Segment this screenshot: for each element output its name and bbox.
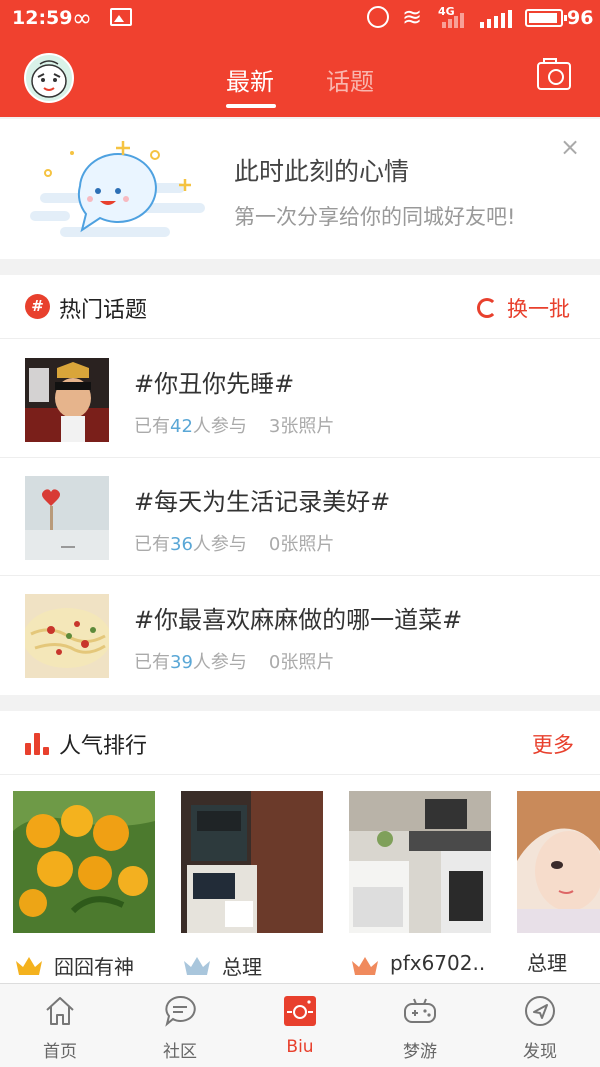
topic-thumbnail <box>25 358 109 442</box>
gold-crown-icon <box>14 953 44 977</box>
topic-title: #每天为生活记录美好# <box>134 488 391 516</box>
photo-count: 0张照片 <box>268 534 335 555</box>
refresh-button[interactable]: 换一批 <box>477 293 570 321</box>
nav-discover[interactable]: 发现 <box>480 984 600 1067</box>
topic-meta: 已有36人参与 0张照片 <box>134 534 335 555</box>
mood-card[interactable]: 此时此刻的心情 第一次分享给你的同城好友吧! × <box>0 119 600 259</box>
nav-biu[interactable]: Biu <box>240 984 360 1067</box>
topic-title: #你丑你先睡# <box>134 370 295 398</box>
signal-icon <box>442 10 470 28</box>
photo-count: 0张照片 <box>268 652 335 673</box>
topic-thumbnail <box>25 594 109 678</box>
nav-dream[interactable]: 梦游 <box>360 984 480 1067</box>
status-time: 12:59 <box>12 7 73 29</box>
silver-crown-icon <box>182 953 212 977</box>
battery-icon <box>525 9 567 27</box>
refresh-label: 换一批 <box>507 297 570 321</box>
ranking-title: 人气排行 <box>59 734 148 759</box>
ranking-header: 人气排行 更多 <box>0 711 600 775</box>
photo-count: 3张照片 <box>268 416 335 437</box>
compass-icon <box>525 996 555 1026</box>
camera-icon[interactable] <box>537 58 571 90</box>
topic-meta: 已有39人参与 0张照片 <box>134 652 335 673</box>
chat-bubble-icon <box>165 995 196 1027</box>
ranking-name[interactable]: 囧囧有神 <box>54 951 134 980</box>
topic-meta: 已有42人参与 3张照片 <box>134 416 335 437</box>
active-tab-indicator <box>226 104 276 108</box>
status-bar: 12:59 ∞ ≋ 4G 96 <box>0 0 600 36</box>
ranking-name[interactable]: pfx6702.. <box>390 951 485 975</box>
nav-home[interactable]: 首页 <box>0 984 120 1067</box>
infinity-icon: ∞ <box>72 4 92 32</box>
nav-community[interactable]: 社区 <box>120 984 240 1067</box>
cartoon-face-avatar <box>31 60 67 98</box>
home-icon <box>46 997 74 1025</box>
hot-topics-section: # 热门话题 换一批 #你丑你先睡# 已有42人参与 3张照片 #每天为生活记录… <box>0 275 600 695</box>
top-header: 12:59 ∞ ≋ 4G 96 最新 话题 <box>0 0 600 117</box>
mood-subtitle: 第一次分享给你的同城好友吧! <box>234 205 516 229</box>
hot-topics-header: # 热门话题 换一批 <box>0 275 600 339</box>
ranking-photo[interactable] <box>181 791 323 933</box>
tab-latest[interactable]: 最新 <box>226 62 274 97</box>
topic-row[interactable]: #每天为生活记录美好# 已有36人参与 0张照片 <box>0 458 600 576</box>
ranking-section: 人气排行 更多 囧囧有神 总理 pfx6702.. 总理 <box>0 711 600 983</box>
close-icon[interactable]: × <box>560 133 580 161</box>
ranking-photo[interactable] <box>349 791 491 933</box>
signal-icon-2 <box>480 10 514 28</box>
biu-camera-icon <box>284 996 316 1026</box>
topic-row[interactable]: #你丑你先睡# 已有42人参与 3张照片 <box>0 340 600 458</box>
participant-count: 42 <box>170 416 193 437</box>
nav-label: 首页 <box>43 1042 77 1062</box>
alarm-icon <box>367 6 389 28</box>
nav-label: 发现 <box>523 1042 557 1062</box>
participant-count: 39 <box>170 652 193 673</box>
avatar[interactable] <box>24 53 74 103</box>
battery-level: 96 <box>567 7 594 29</box>
gamepad-icon <box>404 998 436 1023</box>
nav-label: 社区 <box>163 1042 197 1062</box>
ranking-name[interactable]: 总理 <box>527 947 567 976</box>
refresh-icon <box>477 298 497 318</box>
ranking-name[interactable]: 总理 <box>222 951 262 980</box>
image-notification-icon <box>110 8 132 26</box>
bronze-crown-icon <box>350 953 380 977</box>
topic-thumbnail <box>25 476 109 560</box>
nav-label: 梦游 <box>403 1042 437 1062</box>
bottom-nav: 首页 社区 Biu 梦游 发现 <box>0 983 600 1067</box>
wifi-icon: ≋ <box>402 3 423 31</box>
bar-chart-icon <box>25 731 51 755</box>
tab-topics[interactable]: 话题 <box>326 62 374 97</box>
nav-label: Biu <box>286 1037 314 1057</box>
topic-title: #你最喜欢麻麻做的哪一道菜# <box>134 606 463 634</box>
hot-topics-title: 热门话题 <box>59 298 148 323</box>
topic-row[interactable]: #你最喜欢麻麻做的哪一道菜# 已有39人参与 0张照片 <box>0 576 600 694</box>
more-link[interactable]: 更多 <box>532 729 574 759</box>
participant-count: 36 <box>170 534 193 555</box>
chat-bubble-smile-icon <box>30 141 205 237</box>
ranking-photo[interactable] <box>517 791 600 933</box>
hashtag-icon: # <box>25 294 50 319</box>
mood-title: 此时此刻的心情 <box>234 157 410 186</box>
ranking-photo[interactable] <box>13 791 155 933</box>
